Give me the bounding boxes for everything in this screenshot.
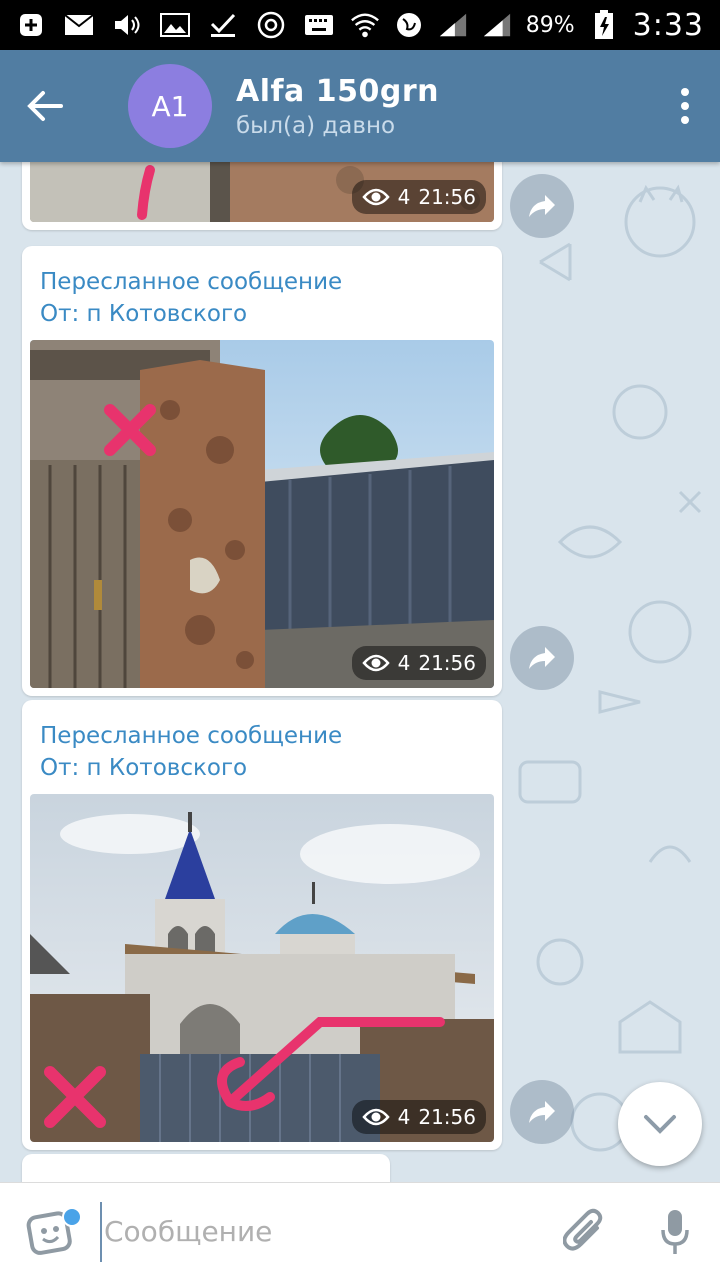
wifi-icon [350, 12, 380, 38]
photo-image [30, 794, 494, 1142]
message-time: 21:56 [418, 1105, 476, 1129]
message-bubble[interactable]: Пересланное сообщение От: п Котовского 4… [22, 700, 502, 1150]
battery-icon [589, 10, 619, 39]
chat-title: Alfa 150grn [236, 73, 439, 109]
chevron-down-icon [644, 1115, 676, 1134]
view-count: 4 [397, 651, 411, 675]
scroll-down-button[interactable] [618, 1082, 702, 1166]
back-button[interactable] [0, 50, 90, 162]
keyboard-icon [304, 12, 334, 38]
message-bubble[interactable]: 4 21:56 [22, 162, 502, 230]
checkmark-icon [208, 12, 238, 38]
forwarded-label: Пересланное сообщение [40, 269, 343, 295]
forwarded-from[interactable]: От: п Котовского [40, 298, 484, 330]
plus-box-icon [16, 12, 46, 38]
chat-status: был(а) давно [236, 112, 396, 139]
volume-icon [112, 12, 142, 38]
share-button[interactable] [510, 174, 574, 238]
mail-icon [64, 12, 94, 38]
message-photo[interactable]: 4 21:56 [30, 162, 494, 222]
view-count: 4 [397, 1105, 411, 1129]
chat-area[interactable]: 4 21:56 Пересланное сообщение От: п Кото… [0, 162, 720, 1182]
status-bar: 89% 3:33 [0, 0, 720, 50]
more-options-button[interactable] [650, 50, 720, 162]
share-button[interactable] [510, 626, 574, 690]
message-meta: 4 21:56 [351, 1100, 486, 1134]
microphone-button[interactable] [630, 1183, 720, 1280]
attach-button[interactable] [540, 1183, 630, 1280]
eye-icon [361, 188, 390, 206]
image-icon [160, 12, 190, 38]
view-count: 4 [397, 185, 411, 209]
message-photo[interactable]: 4 21:56 [30, 340, 494, 688]
signal-icon [482, 12, 512, 38]
forwarded-label: Пересланное сообщение [40, 723, 343, 749]
message-meta: 4 21:56 [351, 180, 486, 214]
avatar[interactable]: A1 [128, 64, 212, 148]
arrow-left-icon [27, 91, 63, 121]
battery-level: 89% [525, 12, 575, 38]
message-input[interactable] [100, 1201, 540, 1262]
clock: 3:33 [632, 7, 704, 43]
more-vertical-icon [681, 88, 689, 124]
eye-icon [361, 1108, 390, 1126]
share-arrow-icon [529, 195, 555, 217]
message-time: 21:56 [418, 651, 476, 675]
message-bubble[interactable]: Пересланное сообщение От: п Котовского 4… [22, 246, 502, 696]
share-button[interactable] [510, 1080, 574, 1144]
message-meta: 4 21:56 [351, 646, 486, 680]
signal-icon [438, 12, 468, 38]
chrome-icon [256, 11, 286, 39]
chat-info[interactable]: Alfa 150grn был(а) давно [236, 74, 439, 139]
notification-dot [62, 1206, 82, 1227]
paperclip-icon [563, 1208, 603, 1251]
message-bubble[interactable] [22, 1154, 390, 1182]
photo-image [30, 340, 494, 688]
chat-header: A1 Alfa 150grn был(а) давно [0, 50, 720, 162]
globe-icon [394, 12, 424, 38]
sticker-button[interactable] [0, 1183, 100, 1280]
microphone-icon [661, 1209, 689, 1254]
eye-icon [361, 654, 390, 672]
forward-header[interactable]: Пересланное сообщение От: п Котовского [30, 708, 494, 794]
forwarded-from[interactable]: От: п Котовского [40, 752, 484, 784]
message-time: 21:56 [418, 185, 476, 209]
share-arrow-icon [529, 647, 555, 669]
message-photo[interactable]: 4 21:56 [30, 794, 494, 1142]
forward-header[interactable]: Пересланное сообщение От: п Котовского [30, 254, 494, 340]
message-input-bar [0, 1182, 720, 1280]
share-arrow-icon [529, 1101, 555, 1123]
